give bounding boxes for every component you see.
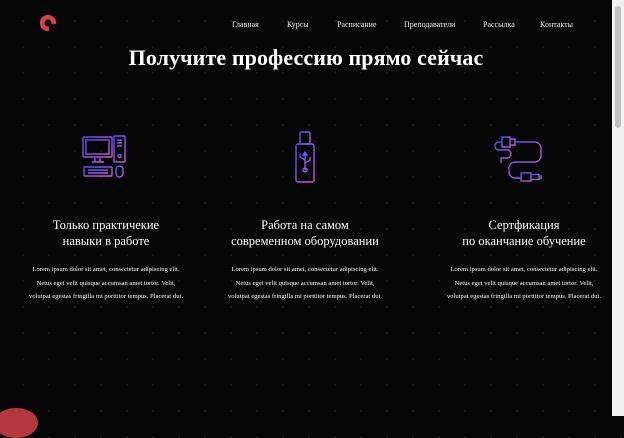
floating-action-button[interactable] xyxy=(0,408,38,438)
scrollbar-thumb[interactable] xyxy=(615,6,621,128)
usb-drive-icon xyxy=(295,131,315,183)
feature-card-equipment: Работа на самом современном оборудовании… xyxy=(205,130,405,304)
nav-courses[interactable]: Курсы xyxy=(287,20,309,29)
feature-description: Lorem ipsum dolor sit amet, consectetur … xyxy=(227,266,382,301)
main-nav: Главная Курсы Расписание Преподаватели Р… xyxy=(0,20,600,34)
feature-title: Сертфикация по оканчание обучение xyxy=(462,218,586,248)
nav-schedule[interactable]: Расписание xyxy=(337,20,376,29)
page-title: Получите профессию прямо сейчас xyxy=(128,45,484,70)
feature-card-certification: Сертфикация по оканчание обучение Lorem … xyxy=(424,130,624,304)
computer-icon xyxy=(82,135,126,178)
feature-card-practical: Только практичекие навыки в работе Lorem… xyxy=(6,130,206,304)
feature-title: Только практичекие навыки в работе xyxy=(52,218,160,248)
feature-title: Работа на самом современном оборудовании xyxy=(231,218,379,248)
feature-description: Lorem ipsum dolor sit amet, consectetur … xyxy=(446,266,601,301)
nav-home[interactable]: Главная xyxy=(232,20,259,29)
nav-contacts[interactable]: Контакты xyxy=(540,20,573,29)
nav-teachers[interactable]: Преподаватели xyxy=(404,20,455,29)
cable-icon xyxy=(494,136,542,182)
nav-newsletter[interactable]: Рассылка xyxy=(483,20,515,29)
feature-description: Lorem ipsum dolor sit amet, consectetur … xyxy=(28,266,183,301)
